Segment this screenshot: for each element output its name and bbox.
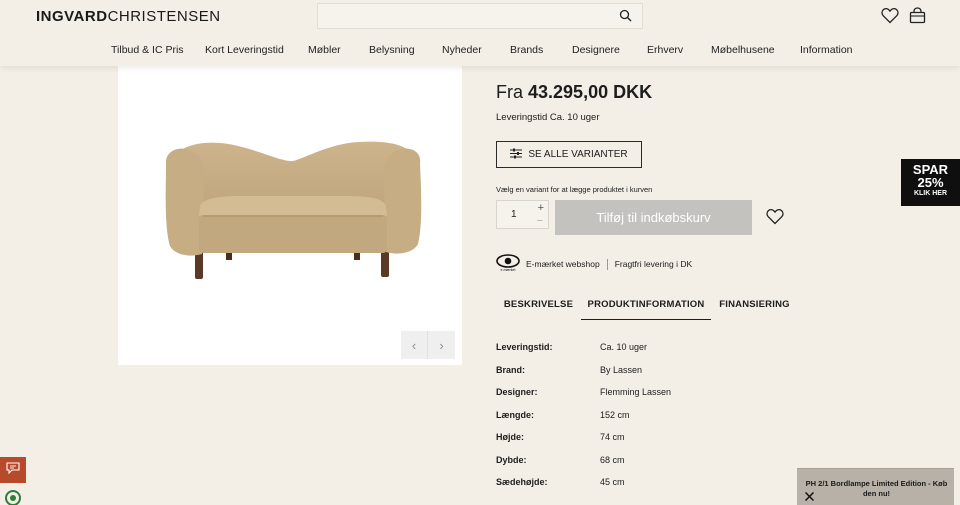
spec-key: Sædehøjde: [496,477,548,487]
logo-light-text: CHRISTENSEN [107,8,221,25]
eco-badge-icon[interactable] [4,489,22,505]
spec-key: Længde: [496,409,534,420]
spec-value: 45 cm [600,477,625,487]
promo-line-3: KLIK HER [913,190,948,197]
spec-row: Leveringstid: Ca. 10 uger [496,336,776,359]
search-icon[interactable] [619,9,632,27]
spec-value: Ca. 10 uger [600,342,648,352]
nav-item-erhverv[interactable]: Erhverv [647,44,683,56]
nav-item-brands[interactable]: Brands [510,44,543,56]
svg-text:e-mærket: e-mærket [501,268,516,272]
spec-key: Designer: [496,387,538,397]
variants-button-label: SE ALLE VARIANTER [528,149,628,160]
spec-row: Længde: 152 cm [496,404,776,427]
spec-row: Sædehøjde: 45 cm [496,471,776,494]
free-shipping-label: Fragtfri levering i DK [614,259,693,269]
chat-icon [6,461,20,479]
nav-item-nyheder[interactable]: Nyheder [442,44,482,56]
promo-line-2: 25% [917,175,944,190]
emark-label[interactable]: E-mærket webshop [526,259,600,269]
spec-key: Højde: [496,432,524,442]
site-logo[interactable]: INGVARDCHRISTENSEN [36,8,221,25]
promo-toast[interactable]: PH 2/1 Bordlampe Limited Edition - Køb d… [797,468,954,505]
product-image[interactable] [118,66,462,365]
nav-item-tilbud[interactable]: Tilbud & IC Pris [111,44,184,56]
logo-bold-text: INGVARD [36,8,108,25]
nav-item-kort-leveringstid[interactable]: Kort Leveringstid [205,44,284,56]
spec-value: 68 cm [600,454,625,465]
spec-row: Designer: Flemming Lassen [496,381,776,404]
variant-hint: Vælg en variant for at lægge produktet i… [496,185,653,194]
nav-item-information[interactable]: Information [800,44,853,56]
price-amount: 43.295,00 DKK [528,82,653,102]
gallery-prev-button[interactable]: ‹ [401,331,428,359]
close-icon[interactable] [804,488,815,505]
spec-value: Flemming Lassen [600,387,672,397]
spec-value: 152 cm [600,409,630,420]
main-navigation: Tilbud & IC Pris Kort Leveringstid Møble… [0,44,960,60]
tab-beskrivelse[interactable]: BESKRIVELSE [496,292,581,320]
sliders-icon [510,148,523,162]
divider [606,258,608,270]
spec-row: Dybde: 68 cm [496,449,776,472]
quantity-minus-button[interactable]: − [537,215,543,227]
spec-key: Brand: [496,364,525,375]
spec-key: Leveringstid: [496,342,553,352]
spec-value: 74 cm [600,432,625,442]
spec-key: Dybde: [496,454,527,465]
product-tabs: BESKRIVELSE PRODUKTINFORMATION FINANSIER… [496,292,796,320]
add-to-cart-button[interactable]: Tilføj til indkøbskurv [555,200,752,235]
price-prefix: Fra [496,82,523,102]
tab-finansiering[interactable]: FINANSIERING [711,292,798,320]
sofa-illustration [165,141,422,279]
bag-icon[interactable] [909,7,926,29]
lead-time: Leveringstid Ca. 10 uger [496,112,600,123]
nav-item-mobelhusene[interactable]: Møbelhusene [711,44,775,56]
nav-item-belysning[interactable]: Belysning [369,44,415,56]
site-header: INGVARDCHRISTENSEN Tilbud & IC Pris Kort… [0,0,960,66]
spec-row: Højde: 74 cm [496,426,776,449]
spec-row: Brand: By Lassen [496,359,776,382]
quantity-plus-button[interactable]: + [538,202,544,214]
tab-produktinformation[interactable]: PRODUKTINFORMATION [581,292,711,320]
nav-item-mobler[interactable]: Møbler [308,44,341,56]
heart-icon[interactable] [881,7,899,29]
chat-button[interactable] [0,457,26,483]
nav-item-designere[interactable]: Designere [572,44,620,56]
trust-row: e-mærket E-mærket webshop Fragtfri lever… [496,254,692,274]
see-all-variants-button[interactable]: SE ALLE VARIANTER [496,141,642,168]
spec-value: By Lassen [600,364,643,375]
quantity-stepper[interactable]: 1 + − [496,200,549,229]
product-specs: Leveringstid: Ca. 10 uger Brand: By Lassen… [496,336,776,494]
wishlist-heart-icon[interactable] [766,208,784,230]
toast-text: PH 2/1 Bordlampe Limited Edition - Køb d… [805,479,948,498]
search-bar [317,3,643,29]
quantity-value[interactable]: 1 [511,209,517,220]
discount-promo-badge[interactable]: SPAR 25% KLIK HER [901,159,960,206]
gallery-arrows: ‹ › [401,331,455,359]
search-input[interactable] [318,4,642,28]
product-price: Fra 43.295,00 DKK [496,82,652,103]
emark-logo-icon[interactable]: e-mærket [496,254,520,274]
gallery-next-button[interactable]: › [428,331,455,359]
